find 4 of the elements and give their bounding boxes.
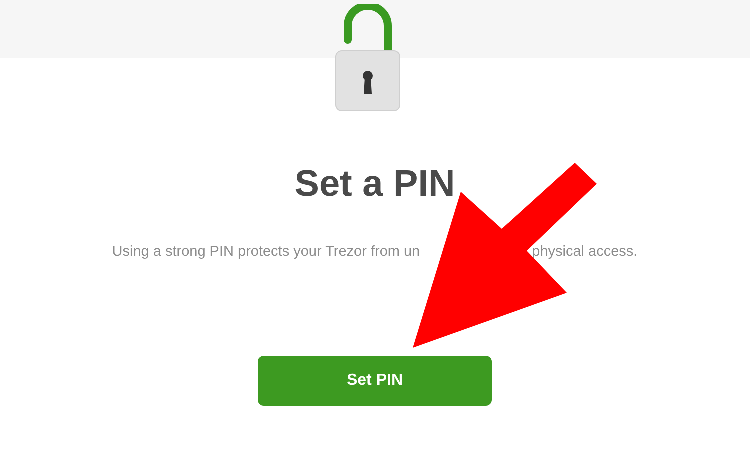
description-text: physical access. [532,243,638,262]
page-heading: Set a PIN [294,162,456,206]
description-text: Using a strong PIN protects your Trezor from un [112,243,420,262]
set-pin-button[interactable]: Set PIN [258,356,492,406]
